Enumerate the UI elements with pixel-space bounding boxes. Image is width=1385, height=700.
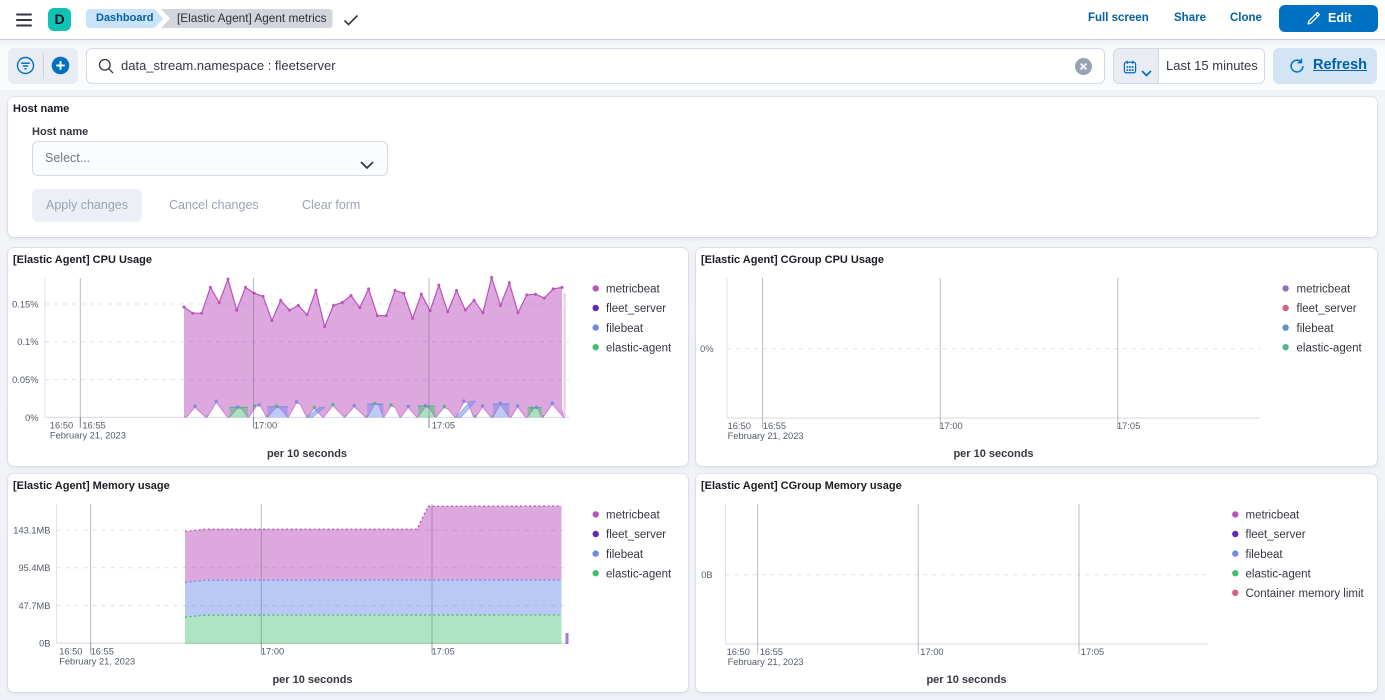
svg-text:February 21, 2023: February 21, 2023 <box>728 431 804 441</box>
svg-text:filebeat: filebeat <box>1246 549 1284 561</box>
svg-text:per 10 seconds: per 10 seconds <box>953 448 1033 460</box>
svg-text:0.15%: 0.15% <box>12 299 38 309</box>
svg-text:17:05: 17:05 <box>1081 647 1104 657</box>
svg-text:47.7MB: 47.7MB <box>18 601 50 611</box>
svg-text:fleet_server: fleet_server <box>606 529 666 541</box>
svg-text:per 10 seconds: per 10 seconds <box>272 674 352 686</box>
svg-text:elastic-agent: elastic-agent <box>606 342 672 354</box>
svg-text:per 10 seconds: per 10 seconds <box>926 674 1006 686</box>
svg-text:filebeat: filebeat <box>606 549 644 561</box>
svg-text:95.4MB: 95.4MB <box>18 563 50 573</box>
svg-text:16:55: 16:55 <box>763 421 786 431</box>
svg-text:filebeat: filebeat <box>606 323 644 335</box>
svg-text:elastic-agent: elastic-agent <box>1297 342 1363 354</box>
svg-text:fleet_server: fleet_server <box>1246 529 1306 541</box>
svg-text:16:55: 16:55 <box>82 421 105 431</box>
svg-text:fleet_server: fleet_server <box>1297 303 1357 315</box>
svg-text:16:55: 16:55 <box>760 647 783 657</box>
svg-text:17:05: 17:05 <box>432 421 455 431</box>
svg-text:elastic-agent: elastic-agent <box>606 568 672 580</box>
svg-text:0.05%: 0.05% <box>12 375 38 385</box>
svg-text:filebeat: filebeat <box>1297 323 1335 335</box>
svg-text:0.1%: 0.1% <box>17 337 38 347</box>
svg-text:February 21, 2023: February 21, 2023 <box>50 431 126 441</box>
svg-text:February 21, 2023: February 21, 2023 <box>59 656 135 666</box>
svg-text:0%: 0% <box>700 344 713 354</box>
svg-text:17:00: 17:00 <box>920 647 943 657</box>
svg-text:17:05: 17:05 <box>432 646 455 656</box>
svg-text:elastic-agent: elastic-agent <box>1246 568 1312 580</box>
svg-text:17:05: 17:05 <box>1117 421 1140 431</box>
svg-text:16:50: 16:50 <box>50 421 73 431</box>
svg-text:metricbeat: metricbeat <box>1246 510 1300 522</box>
svg-text:0%: 0% <box>25 413 38 423</box>
svg-text:17:00: 17:00 <box>939 421 962 431</box>
svg-text:16:55: 16:55 <box>91 646 114 656</box>
svg-text:17:00: 17:00 <box>254 421 277 431</box>
svg-text:metricbeat: metricbeat <box>1297 284 1351 296</box>
svg-text:16:50: 16:50 <box>728 421 751 431</box>
svg-text:per 10 seconds: per 10 seconds <box>267 448 347 460</box>
svg-text:16:50: 16:50 <box>59 646 82 656</box>
svg-text:Container memory limit: Container memory limit <box>1246 588 1365 600</box>
svg-text:143.1MB: 143.1MB <box>13 526 50 536</box>
svg-text:16:50: 16:50 <box>727 647 750 657</box>
svg-text:metricbeat: metricbeat <box>606 510 660 522</box>
svg-text:17:00: 17:00 <box>261 646 284 656</box>
svg-text:0B: 0B <box>39 639 50 649</box>
svg-text:0B: 0B <box>701 570 712 580</box>
svg-text:February 21, 2023: February 21, 2023 <box>728 657 804 667</box>
svg-text:fleet_server: fleet_server <box>606 303 666 315</box>
svg-text:metricbeat: metricbeat <box>606 284 660 296</box>
